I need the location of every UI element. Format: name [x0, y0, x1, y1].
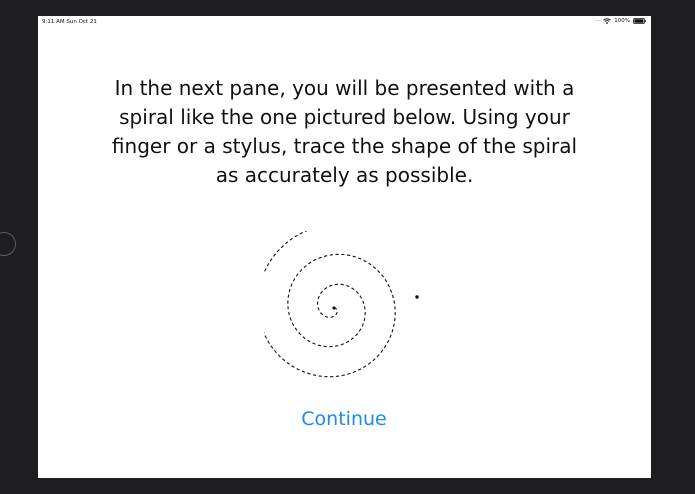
instruction-line: finger or a stylus, trace the shape of t…	[111, 134, 578, 158]
spiral-illustration	[264, 231, 419, 378]
battery-percent: 100%	[614, 18, 630, 24]
spiral-center-dot	[332, 306, 336, 310]
instruction-line: spiral like the one pictured below. Usin…	[119, 105, 570, 129]
ipad-device: 9:11 AM Sun Oct 21 ····· 100% In the nex…	[0, 0, 695, 494]
home-button[interactable]	[0, 232, 16, 256]
continue-button[interactable]: Continue	[294, 406, 394, 432]
status-time: 9:11 AM Sun Oct 21	[42, 19, 97, 25]
spiral-path	[264, 231, 396, 378]
instruction-line: In the next pane, you will be presented …	[114, 76, 575, 100]
signal-icon: ·····	[594, 18, 601, 24]
status-indicators: ····· 100%	[595, 18, 646, 24]
status-bar: 9:11 AM Sun Oct 21 ····· 100%	[38, 16, 651, 28]
instruction-text: In the next pane, you will be presented …	[38, 74, 651, 190]
wifi-icon	[603, 18, 612, 24]
instruction-line: as accurately as possible.	[215, 163, 474, 187]
spiral-end-dot	[415, 295, 419, 299]
app-screen: 9:11 AM Sun Oct 21 ····· 100% In the nex…	[38, 16, 651, 478]
battery-full-icon	[633, 18, 646, 24]
